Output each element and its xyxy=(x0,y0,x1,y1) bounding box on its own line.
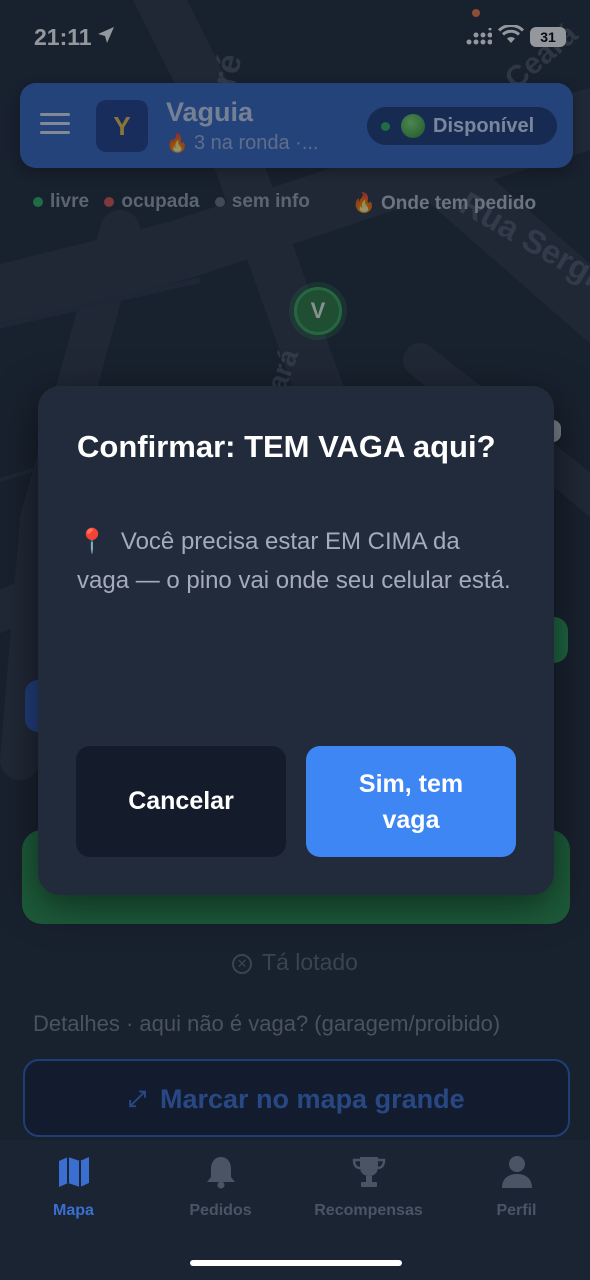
pin-icon: 📍 xyxy=(77,528,107,555)
home-indicator[interactable] xyxy=(190,1260,402,1266)
tab-map[interactable]: Mapa xyxy=(0,1154,147,1220)
dialog-message: 📍 Você precisa estar EM CIMA da vaga — o … xyxy=(77,522,517,600)
confirm-dialog: Confirmar: TEM VAGA aqui? 📍 Você precisa … xyxy=(38,386,554,895)
person-icon xyxy=(501,1156,532,1188)
tab-bar: Mapa Pedidos Recompensas Perfil xyxy=(0,1140,590,1280)
tab-orders-label: Pedidos xyxy=(189,1202,252,1219)
dialog-title: Confirmar: TEM VAGA aqui? xyxy=(77,429,496,464)
bell-icon xyxy=(206,1157,235,1189)
confirm-button[interactable]: Sim, tem vaga xyxy=(306,746,516,857)
tab-orders[interactable]: Pedidos xyxy=(147,1154,294,1220)
map-icon xyxy=(58,1157,89,1187)
trophy-icon xyxy=(352,1157,385,1187)
tab-rewards-label: Recompensas xyxy=(314,1202,423,1219)
tab-profile[interactable]: Perfil xyxy=(443,1154,590,1220)
tab-rewards[interactable]: Recompensas xyxy=(295,1154,442,1220)
tab-map-label: Mapa xyxy=(53,1202,94,1219)
dialog-message-text: Você precisa estar EM CIMA da vaga — o p… xyxy=(77,528,511,594)
tab-profile-label: Perfil xyxy=(496,1202,537,1219)
cancel-button[interactable]: Cancelar xyxy=(76,746,286,857)
